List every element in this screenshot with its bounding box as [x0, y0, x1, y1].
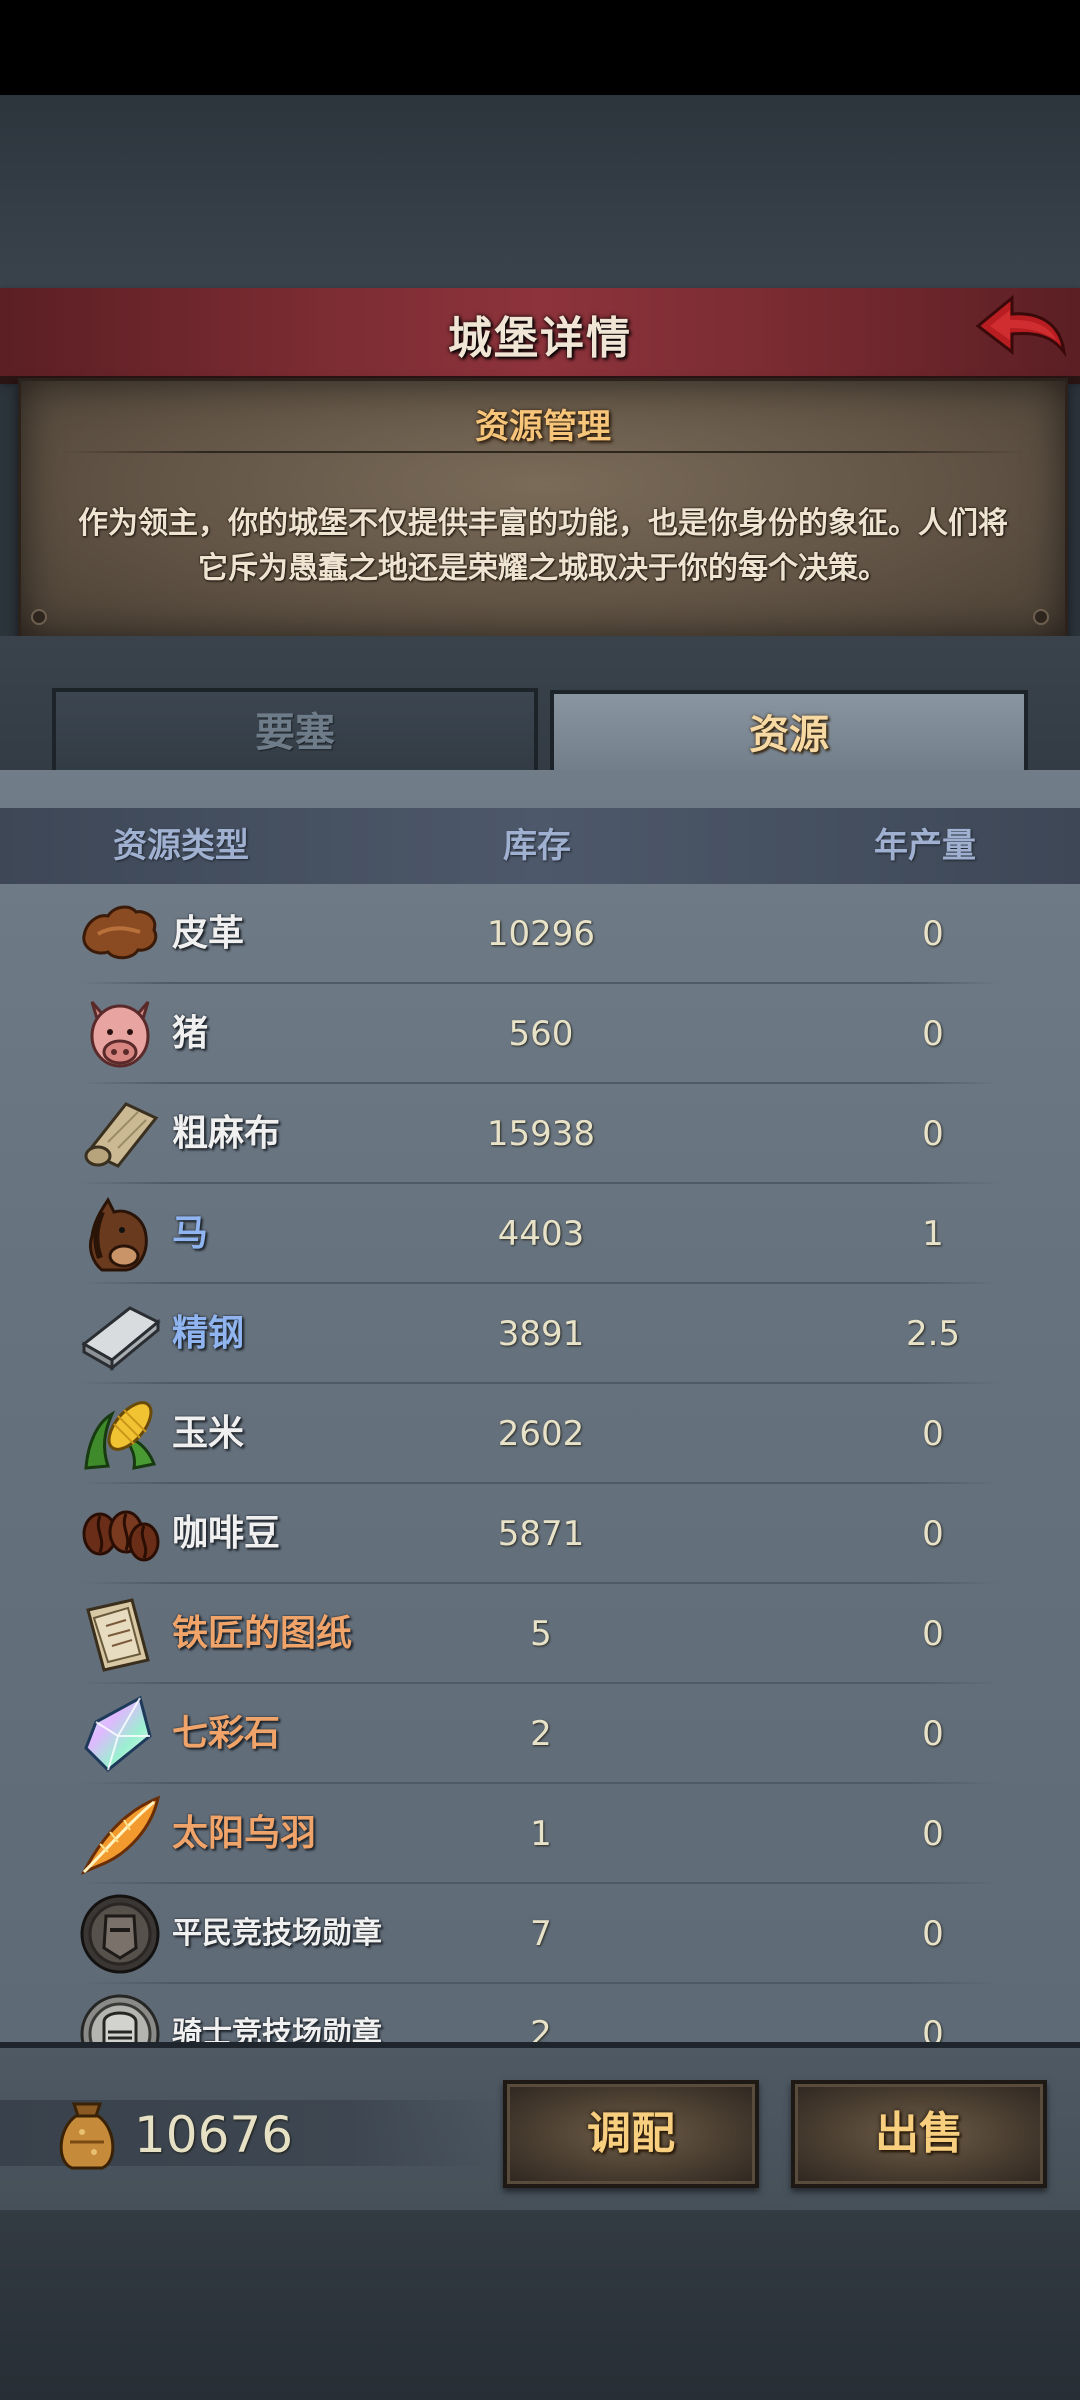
table-row: 骑士竞技场勋章 2 0 — [0, 1984, 1080, 2042]
resource-name: 精钢 — [172, 1313, 245, 1354]
sell-button[interactable]: 出售 — [791, 2080, 1047, 2188]
status-bar-area — [0, 0, 1080, 95]
resource-yield: 0 — [922, 1814, 944, 1854]
resource-stock: 5 — [530, 1614, 552, 1654]
resource-stock: 560 — [508, 1014, 574, 1054]
sun-feather-icon — [80, 1795, 161, 1875]
backdrop-bottom — [0, 2210, 1080, 2400]
resource-stock: 3891 — [497, 1314, 585, 1354]
info-panel: 资源管理 作为领主，你的城堡不仅提供丰富的功能，也是你身份的象征。人们将它斥为愚… — [18, 378, 1068, 642]
resource-yield: 0 — [922, 1714, 944, 1754]
resource-stock: 5871 — [497, 1514, 585, 1554]
adjust-button[interactable]: 调配 — [503, 2080, 759, 2188]
resource-yield: 0 — [922, 1014, 944, 1054]
resource-stock: 2 — [530, 2014, 552, 2042]
money-amount: 10676 — [134, 2106, 294, 2164]
resource-yield: 1 — [922, 1214, 944, 1254]
table-row: 马 4403 1 — [0, 1184, 1080, 1284]
resource-name: 马 — [172, 1213, 209, 1254]
resource-name: 咖啡豆 — [172, 1513, 281, 1554]
table-row: 平民竞技场勋章 7 0 — [0, 1884, 1080, 1984]
column-header-yield: 年产量 — [874, 826, 976, 866]
resource-yield: 2.5 — [905, 1314, 961, 1354]
title-bar: 城堡详情 — [0, 288, 1080, 384]
money-bag-icon — [59, 2102, 115, 2170]
table-row: 皮革 10296 0 — [0, 884, 1080, 984]
tab-fortress-label: 要塞 — [255, 710, 335, 756]
blueprint-icon — [86, 1598, 150, 1672]
rivet — [31, 609, 47, 625]
resource-stock: 2602 — [497, 1414, 585, 1454]
table-row: 猪 560 0 — [0, 984, 1080, 1084]
table-row: 铁匠的图纸 5 0 — [0, 1584, 1080, 1684]
leather-icon — [82, 905, 158, 960]
table-row: 粗麻布 15938 0 — [0, 1084, 1080, 1184]
info-title: 资源管理 — [475, 407, 611, 447]
corn-icon — [84, 1401, 157, 1470]
resource-stock: 1 — [530, 1814, 552, 1854]
table-row: 太阳乌羽 1 0 — [0, 1784, 1080, 1884]
resource-name: 骑士竞技场勋章 — [172, 2016, 382, 2042]
back-arrow-icon — [975, 294, 1067, 358]
linen-scroll-icon — [84, 1102, 159, 1168]
table-row: 七彩石 2 0 — [0, 1684, 1080, 1784]
resource-stock: 7 — [530, 1914, 552, 1954]
horse-icon — [88, 1197, 148, 1272]
table-row: 咖啡豆 5871 0 — [0, 1484, 1080, 1584]
back-button[interactable] — [972, 292, 1068, 372]
resource-yield: 0 — [922, 1414, 944, 1454]
resource-stock: 15938 — [486, 1114, 596, 1154]
resource-stock: 10296 — [486, 914, 596, 954]
column-header-stock: 库存 — [503, 826, 571, 866]
knight-medal-icon — [80, 1994, 160, 2042]
column-header-type: 资源类型 — [113, 826, 249, 866]
resource-yield: 0 — [922, 1614, 944, 1654]
resource-name: 铁匠的图纸 — [172, 1613, 353, 1654]
tab-fortress[interactable]: 要塞 — [52, 688, 538, 778]
resource-stock: 2 — [530, 1714, 552, 1754]
resource-name: 玉米 — [172, 1413, 245, 1454]
resource-stock: 4403 — [497, 1214, 585, 1254]
resource-name: 粗麻布 — [172, 1113, 281, 1154]
resource-yield: 0 — [922, 2014, 944, 2042]
info-divider — [61, 451, 1025, 453]
tab-resources-label: 资源 — [749, 712, 829, 758]
pig-icon — [90, 1001, 150, 1068]
commoner-medal-icon — [80, 1894, 160, 1974]
tab-resources[interactable]: 资源 — [550, 690, 1028, 780]
sell-button-label: 出售 — [875, 2108, 963, 2159]
table-row: 玉米 2602 0 — [0, 1384, 1080, 1484]
steel-ingot-icon — [81, 1306, 161, 1372]
resource-name: 太阳乌羽 — [172, 1813, 317, 1854]
resource-yield: 0 — [922, 1114, 944, 1154]
resource-yield: 0 — [922, 914, 944, 954]
resource-list[interactable]: 皮革 10296 0 猪 560 0 粗麻布 15938 0 马 4403 1 … — [0, 884, 1080, 2042]
resource-yield: 0 — [922, 1514, 944, 1554]
rainbow-crystal-icon — [84, 1695, 152, 1773]
info-description: 作为领主，你的城堡不仅提供丰富的功能，也是你身份的象征。人们将它斥为愚蠢之地还是… — [78, 506, 1008, 586]
adjust-button-label: 调配 — [587, 2108, 675, 2159]
resource-name: 平民竞技场勋章 — [172, 1916, 382, 1951]
page-title: 城堡详情 — [448, 313, 632, 364]
resource-name: 七彩石 — [172, 1713, 281, 1754]
resource-name: 皮革 — [172, 913, 245, 954]
backdrop-top — [0, 95, 1080, 288]
table-row: 精钢 3891 2.5 — [0, 1284, 1080, 1384]
resource-yield: 0 — [922, 1914, 944, 1954]
rivet — [1033, 609, 1049, 625]
resource-name: 猪 — [172, 1013, 209, 1054]
coffee-beans-icon — [82, 1510, 160, 1562]
